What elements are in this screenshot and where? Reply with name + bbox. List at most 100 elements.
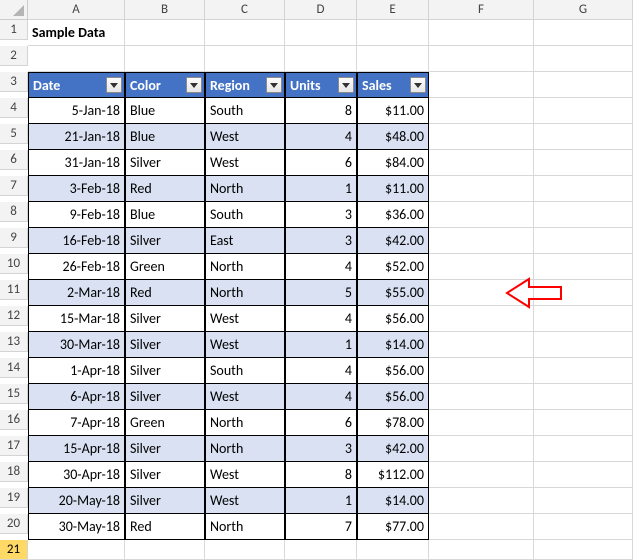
empty-cell[interactable] [534,254,633,280]
cell-color[interactable]: Red [125,514,205,540]
filter-dropdown-icon[interactable] [338,77,354,93]
cell-region[interactable]: West [205,124,285,150]
row-header[interactable]: 9 [0,228,28,248]
cell-units[interactable]: 4 [285,306,357,332]
empty-cell[interactable] [429,254,534,280]
cell-region[interactable]: North [205,514,285,540]
cell-units[interactable]: 8 [285,98,357,124]
empty-cell[interactable] [205,20,285,46]
cell-region[interactable]: North [205,176,285,202]
cell-color[interactable]: Silver [125,332,205,358]
row-header[interactable]: 4 [0,98,28,118]
empty-cell[interactable] [28,540,125,560]
cell-sales[interactable]: $56.00 [357,358,429,384]
cell-date[interactable]: 9-Feb-18 [28,202,125,228]
cell-color[interactable]: Red [125,176,205,202]
cell-date[interactable]: 2-Mar-18 [28,280,125,306]
filter-dropdown-icon[interactable] [410,77,426,93]
empty-cell[interactable] [534,540,633,560]
cell-date[interactable]: 6-Apr-18 [28,384,125,410]
empty-cell[interactable] [534,488,633,514]
empty-cell[interactable] [534,280,633,306]
row-header[interactable]: 8 [0,202,28,222]
cell-units[interactable]: 1 [285,332,357,358]
empty-cell[interactable] [429,488,534,514]
cell-region[interactable]: North [205,254,285,280]
empty-cell[interactable] [205,540,285,560]
row-header[interactable]: 7 [0,176,28,196]
cell-date[interactable]: 15-Apr-18 [28,436,125,462]
cell-units[interactable]: 4 [285,254,357,280]
row-header[interactable]: 2 [0,46,28,66]
row-header[interactable]: 5 [0,124,28,144]
cell-sales[interactable]: $84.00 [357,150,429,176]
row-header[interactable]: 15 [0,384,28,404]
cell-date[interactable]: 30-Apr-18 [28,462,125,488]
empty-cell[interactable] [429,384,534,410]
column-header[interactable]: E [357,0,429,20]
filter-dropdown-icon[interactable] [106,77,122,93]
cell-color[interactable]: Silver [125,488,205,514]
cell-sales[interactable]: $36.00 [357,202,429,228]
row-header[interactable]: 19 [0,488,28,508]
empty-cell[interactable] [534,306,633,332]
cell-units[interactable]: 5 [285,280,357,306]
empty-cell[interactable] [429,150,534,176]
cell-units[interactable]: 1 [285,488,357,514]
column-header[interactable]: B [125,0,205,20]
cell-region[interactable]: East [205,228,285,254]
cell-units[interactable]: 3 [285,228,357,254]
row-header[interactable]: 11 [0,280,28,300]
cell-date[interactable]: 16-Feb-18 [28,228,125,254]
cell-region[interactable]: South [205,98,285,124]
cell-region[interactable]: North [205,410,285,436]
empty-cell[interactable] [429,280,534,306]
row-header[interactable]: 17 [0,436,28,456]
cell-sales[interactable]: $56.00 [357,384,429,410]
filter-dropdown-icon[interactable] [186,77,202,93]
cell-sales[interactable]: $55.00 [357,280,429,306]
column-header[interactable]: C [205,0,285,20]
empty-cell[interactable] [429,20,534,46]
cell-color[interactable]: Blue [125,124,205,150]
table-header-region[interactable]: Region [205,72,285,98]
empty-cell[interactable] [125,20,205,46]
cell-color[interactable]: Silver [125,358,205,384]
empty-cell[interactable] [429,306,534,332]
cell-date[interactable]: 3-Feb-18 [28,176,125,202]
row-header[interactable]: 6 [0,150,28,170]
empty-cell[interactable] [429,358,534,384]
cell-units[interactable]: 8 [285,462,357,488]
row-header[interactable]: 16 [0,410,28,430]
cell-sales[interactable]: $11.00 [357,176,429,202]
table-header-date[interactable]: Date [28,72,125,98]
empty-cell[interactable] [429,462,534,488]
empty-cell[interactable] [429,46,534,72]
cell-sales[interactable]: $112.00 [357,462,429,488]
cell-color[interactable]: Blue [125,98,205,124]
cell-date[interactable]: 31-Jan-18 [28,150,125,176]
cell-date[interactable]: 7-Apr-18 [28,410,125,436]
column-header[interactable]: F [429,0,534,20]
cell-date[interactable]: 20-May-18 [28,488,125,514]
select-all-corner[interactable] [0,0,28,20]
cell-date[interactable]: 30-Mar-18 [28,332,125,358]
row-header[interactable]: 14 [0,358,28,378]
row-header[interactable]: 20 [0,514,28,534]
column-header[interactable]: D [285,0,357,20]
cell-units[interactable]: 4 [285,358,357,384]
cell-region[interactable]: West [205,150,285,176]
empty-cell[interactable] [429,514,534,540]
column-header[interactable]: G [534,0,633,20]
cell-color[interactable]: Red [125,280,205,306]
empty-cell[interactable] [125,46,205,72]
empty-cell[interactable] [429,202,534,228]
empty-cell[interactable] [534,202,633,228]
table-header-color[interactable]: Color [125,72,205,98]
cell-region[interactable]: West [205,488,285,514]
cell-sales[interactable]: $42.00 [357,228,429,254]
cell-region[interactable]: West [205,462,285,488]
empty-cell[interactable] [534,228,633,254]
empty-cell[interactable] [285,20,357,46]
cell-sales[interactable]: $56.00 [357,306,429,332]
